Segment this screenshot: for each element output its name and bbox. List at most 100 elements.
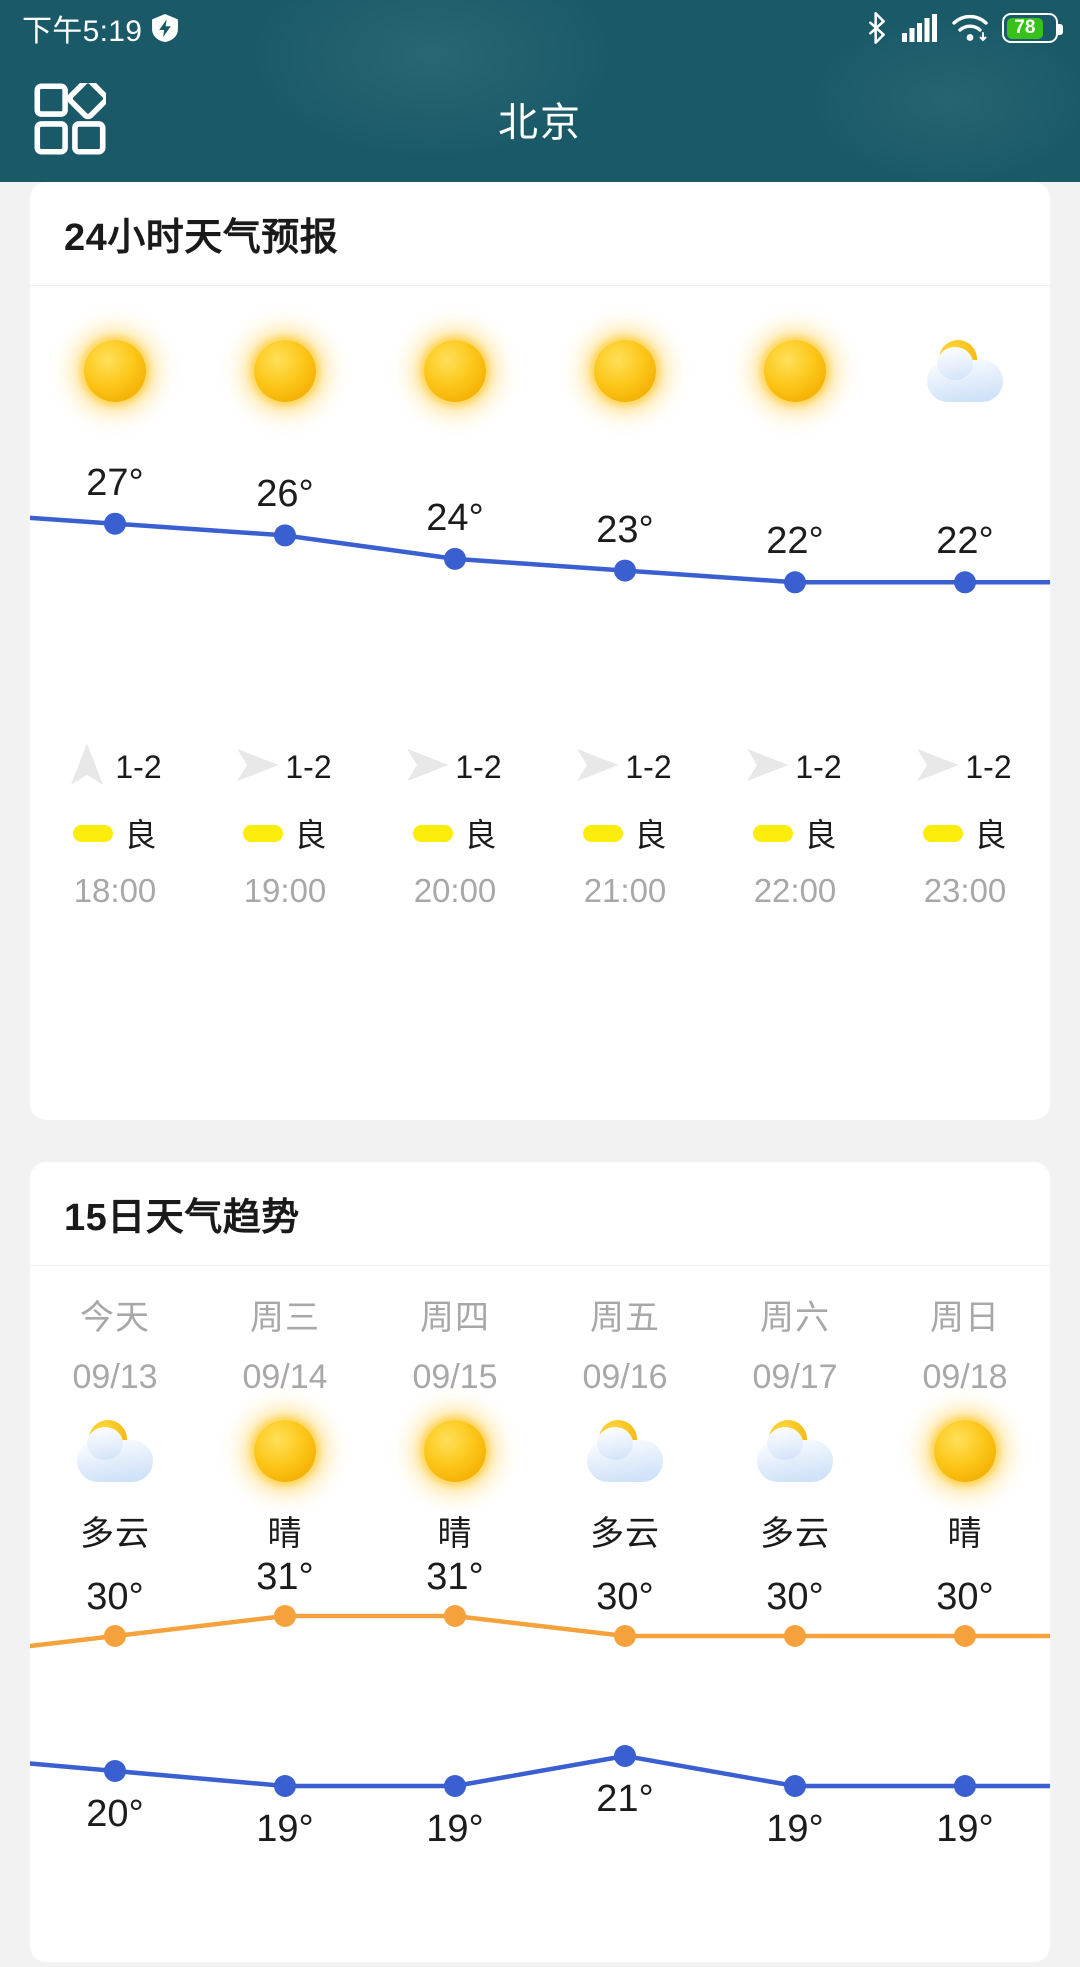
battery-percent: 78	[1006, 17, 1044, 39]
sun-icon	[424, 1420, 486, 1482]
daily-column[interactable]: 周六	[710, 1290, 880, 1339]
aqi-label: 良	[634, 817, 667, 853]
sun-icon	[934, 1420, 996, 1482]
sun-icon	[254, 1420, 316, 1482]
hourly-card-title: 24小时天气预报	[64, 217, 339, 259]
daily-low-temp-label: 19°	[936, 1808, 994, 1850]
hourly-time-cell: 22:00	[710, 872, 880, 910]
wind-direction-east-icon	[237, 742, 279, 793]
day-date-label: 09/18	[922, 1358, 1008, 1396]
daily-column[interactable]: 今天	[30, 1290, 200, 1339]
wind-direction-east-icon	[407, 742, 449, 793]
hourly-time-row: 18:00 19:00 20:00 21:00 22:00 23:00	[30, 872, 1050, 910]
hourly-temp-chart: 27° 26° 24° 23° 22° 22°	[27, 444, 1053, 734]
hourly-time-cell: 23:00	[880, 872, 1050, 910]
daily-card-title: 15日天气趋势	[64, 1197, 300, 1239]
hourly-column[interactable]	[30, 340, 200, 404]
hourly-aqi-cell: 良	[200, 810, 370, 856]
daily-icon-row	[30, 1420, 1050, 1484]
day-name-label: 今天	[80, 1299, 150, 1337]
aqi-indicator	[583, 824, 624, 842]
daily-low-temp-label: 21°	[596, 1778, 654, 1820]
shield-icon	[152, 14, 179, 42]
cellular-signal-icon	[902, 14, 938, 42]
sun-icon	[594, 340, 656, 402]
aqi-indicator	[923, 824, 964, 842]
hour-label: 18:00	[73, 872, 157, 909]
daily-desc-row: 多云 晴 晴 多云 多云 晴	[30, 1506, 1050, 1555]
status-time: 下午5:19	[22, 15, 143, 48]
aqi-label: 良	[124, 817, 157, 853]
day-date-label: 09/13	[72, 1358, 158, 1396]
app-title-bar: 北京	[0, 56, 1080, 182]
daily-date-cell: 09/15	[370, 1358, 540, 1397]
hourly-column[interactable]	[880, 340, 1050, 404]
day-name-label: 周六	[760, 1299, 830, 1337]
daily-date-cell: 09/17	[710, 1358, 880, 1397]
hourly-temp-label: 22°	[936, 520, 994, 563]
hourly-wind-cell: 1-2	[540, 742, 710, 793]
wind-direction-east-icon	[577, 742, 619, 793]
hourly-temp-label: 22°	[766, 520, 824, 563]
daily-card-header: 15日天气趋势	[30, 1162, 1050, 1266]
bluetooth-icon	[866, 12, 888, 44]
daily-date-cell: 09/14	[200, 1358, 370, 1397]
day-name-label: 周五	[590, 1299, 660, 1337]
daily-icon-cell	[880, 1420, 1050, 1484]
daily-desc-cell: 多云	[30, 1506, 200, 1555]
aqi-label: 良	[294, 817, 327, 853]
hourly-column[interactable]	[540, 340, 710, 404]
day-desc-label: 多云	[590, 1515, 660, 1553]
aqi-label: 良	[974, 817, 1007, 853]
wind-speed-label: 1-2	[455, 749, 502, 785]
hourly-forecast-card: 24小时天气预报 27° 26° 24° 23° 22° 22° 1-2 1-2 1-2 1-2…	[27, 182, 1053, 1120]
daily-icon-cell	[200, 1420, 370, 1484]
hourly-wind-cell: 1-2	[30, 742, 200, 793]
day-date-label: 09/15	[412, 1358, 498, 1396]
aqi-indicator	[413, 824, 454, 842]
hourly-column[interactable]	[710, 340, 880, 404]
hourly-column[interactable]	[370, 340, 540, 404]
hourly-temp-label: 27°	[86, 461, 144, 504]
apps-grid-icon[interactable]	[34, 77, 109, 155]
partly-cloudy-icon	[73, 1420, 157, 1484]
hourly-aqi-row: 良良良良良良	[30, 810, 1050, 856]
hourly-aqi-cell: 良	[540, 810, 710, 856]
hourly-aqi-cell: 良	[30, 810, 200, 856]
hourly-temp-label: 23°	[596, 508, 654, 551]
status-bar-left: 下午5:19	[22, 6, 179, 50]
hourly-temp-label: 26°	[256, 473, 314, 516]
wind-direction-north-icon	[68, 742, 106, 793]
hourly-wind-row: 1-2 1-2 1-2 1-2 1-2 1-2	[30, 742, 1050, 793]
hourly-time-cell: 19:00	[200, 872, 370, 910]
daily-icon-cell	[540, 1420, 710, 1484]
daily-column[interactable]: 周日	[880, 1290, 1050, 1339]
daily-column[interactable]: 周三	[200, 1290, 370, 1339]
day-date-label: 09/17	[752, 1358, 838, 1396]
hour-label: 23:00	[923, 872, 1007, 909]
daily-high-temp-label: 30°	[86, 1576, 144, 1618]
daily-high-temp-label: 30°	[596, 1576, 654, 1618]
aqi-indicator	[243, 824, 284, 842]
hour-label: 19:00	[243, 872, 327, 909]
daily-low-temp-label: 20°	[86, 1793, 144, 1835]
daily-desc-cell: 多云	[540, 1506, 710, 1555]
hourly-time-cell: 20:00	[370, 872, 540, 910]
daily-icon-cell	[370, 1420, 540, 1484]
daily-column[interactable]: 周四	[370, 1290, 540, 1339]
hourly-column[interactable]	[200, 340, 370, 404]
wind-speed-label: 1-2	[625, 749, 672, 785]
daily-low-temp-label: 19°	[766, 1808, 824, 1850]
wifi-icon	[952, 14, 988, 42]
daily-dayname-row: 今天 周三 周四 周五 周六 周日	[30, 1290, 1050, 1339]
hourly-icon-row	[30, 340, 1050, 404]
partly-cloudy-icon	[753, 1420, 837, 1484]
day-desc-label: 晴	[437, 1515, 473, 1553]
wind-speed-label: 1-2	[795, 749, 842, 785]
sun-icon	[84, 340, 146, 402]
hourly-aqi-cell: 良	[880, 810, 1050, 856]
hourly-aqi-cell: 良	[370, 810, 540, 856]
day-desc-label: 晴	[267, 1515, 303, 1553]
daily-column[interactable]: 周五	[540, 1290, 710, 1339]
status-bar: 下午5:19 78	[0, 0, 1080, 56]
